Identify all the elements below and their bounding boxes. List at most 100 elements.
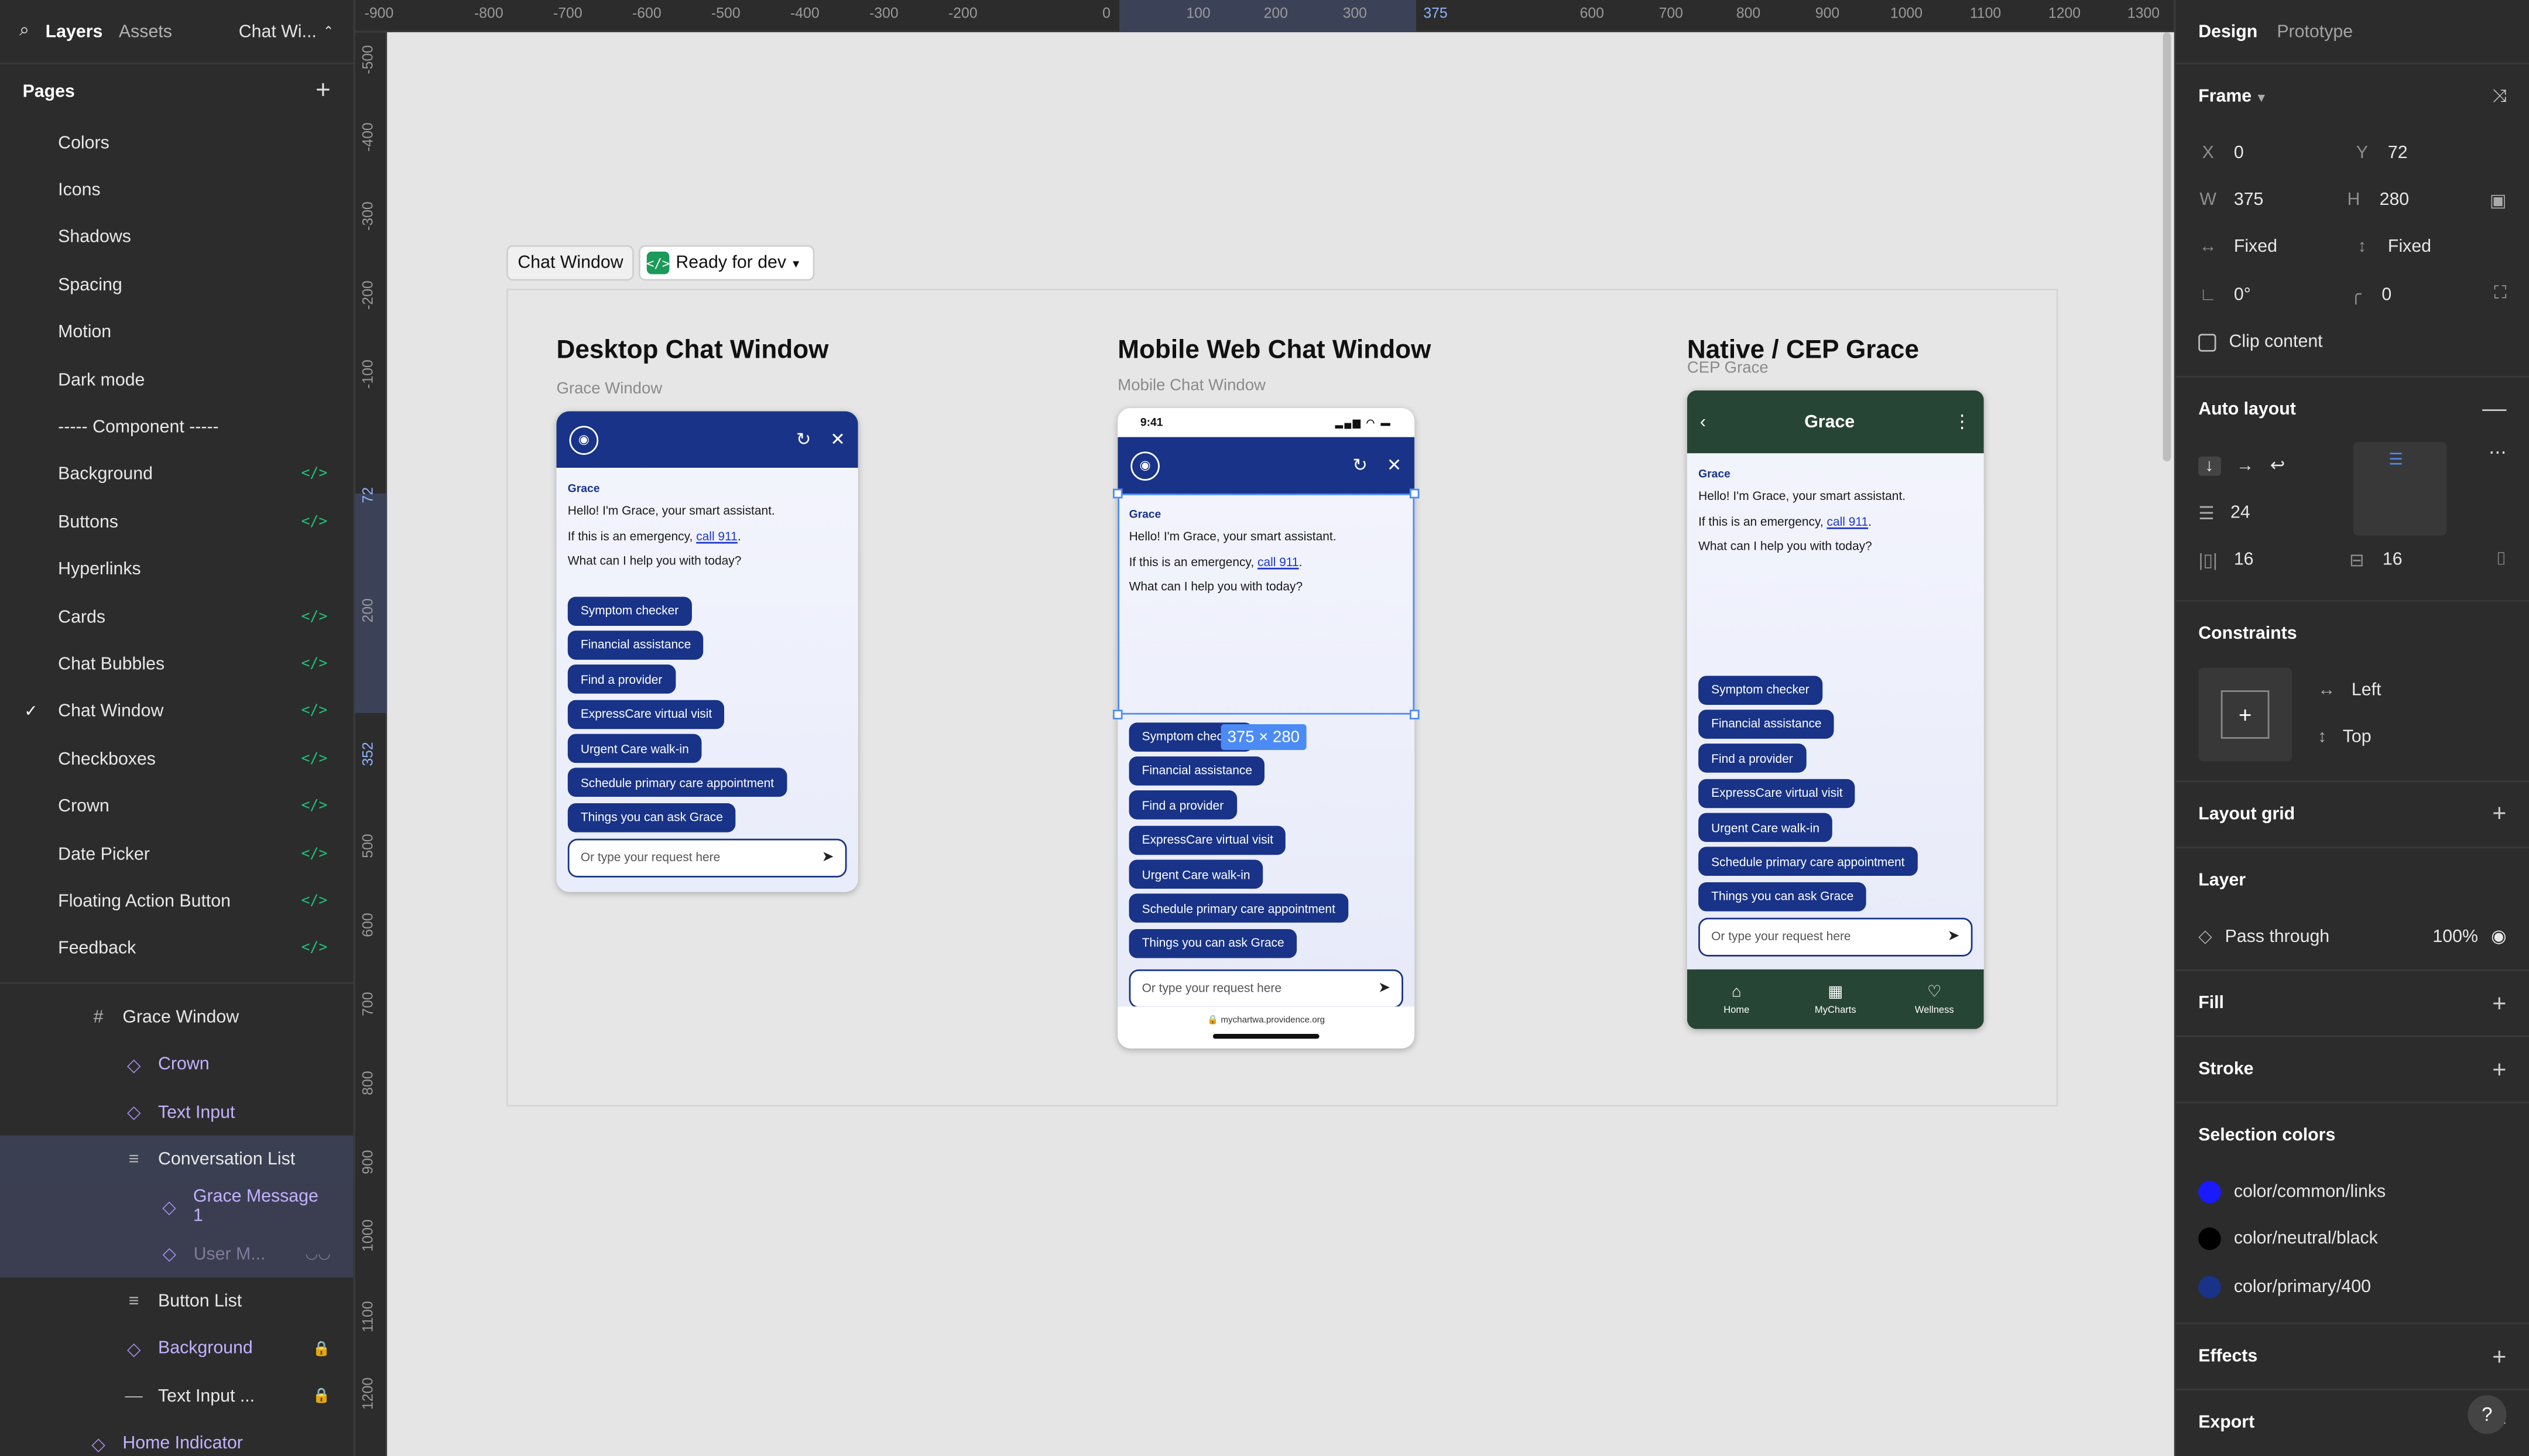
text-input[interactable]: Or type your request here ➤ <box>1698 917 1973 957</box>
native-chat-window[interactable]: ‹ Grace ⋮ Grace Hello! I'm Grace, your sm… <box>1687 390 1984 1029</box>
refresh-icon[interactable]: ↻ <box>796 429 811 450</box>
quick-reply-button[interactable]: Urgent Care walk-in <box>567 734 702 763</box>
quick-reply-button[interactable]: Things you can ask Grace <box>1698 882 1867 912</box>
page-item[interactable]: Icons <box>0 167 353 214</box>
horizontal-constraint-select[interactable]: Left <box>2352 680 2381 700</box>
desktop-chat-window[interactable]: ◉ ↻ ✕ Grace Hello! I'm Grace, your smart a… <box>556 411 858 892</box>
vertical-padding-input[interactable]: 16 <box>2383 551 2403 570</box>
lock-icon[interactable]: 🔒 <box>313 1388 331 1405</box>
tab-layers[interactable]: Layers <box>46 22 103 41</box>
resize-handle[interactable] <box>1409 710 1420 720</box>
close-icon[interactable]: ✕ <box>830 429 845 450</box>
page-item[interactable]: Date Picker </> <box>0 830 353 878</box>
tab-design[interactable]: Design <box>2198 22 2257 41</box>
more-options-icon[interactable]: ⋯ <box>2489 442 2506 537</box>
layer-row[interactable]: ◇ Background 🔒 <box>0 1325 353 1373</box>
page-item[interactable]: Background </> <box>0 451 353 499</box>
page-item[interactable]: Floating Action Button </> <box>0 878 353 925</box>
add-effect-icon[interactable]: + <box>2492 1344 2506 1371</box>
width-input[interactable]: 375 <box>2234 190 2264 210</box>
layer-row[interactable]: # Grace Window <box>0 993 353 1041</box>
add-layout-grid-icon[interactable]: + <box>2492 801 2506 828</box>
page-item[interactable]: Spacing <box>0 262 353 309</box>
canvas-scrollbar[interactable] <box>2163 32 2171 461</box>
quick-reply-button[interactable]: Schedule primary care appointment <box>1129 894 1348 924</box>
layer-row[interactable]: ◇ Crown <box>0 1041 353 1088</box>
add-fill-icon[interactable]: + <box>2492 990 2506 1018</box>
help-icon[interactable]: ? <box>2468 1395 2507 1434</box>
independent-padding-icon[interactable]: ⌷ <box>2496 550 2506 571</box>
color-swatch[interactable] <box>2198 1180 2221 1204</box>
more-icon[interactable]: ⋮ <box>1953 412 1971 432</box>
selection-color-row[interactable]: color/neutral/black <box>2198 1215 2506 1263</box>
quick-reply-button[interactable]: Find a provider <box>567 664 676 694</box>
quick-reply-button[interactable]: ExpressCare virtual visit <box>567 699 725 729</box>
page-item[interactable]: Hyperlinks <box>0 546 353 594</box>
search-icon[interactable]: ⌕ <box>19 21 29 42</box>
blend-mode-select[interactable]: Pass through <box>2225 927 2330 946</box>
y-input[interactable]: 72 <box>2388 143 2408 162</box>
page-item[interactable]: Dark mode <box>0 357 353 404</box>
hidden-eye-icon[interactable]: ◡◡ <box>305 1245 330 1263</box>
independent-corners-icon[interactable]: ⛶ <box>2494 285 2506 306</box>
quick-reply-button[interactable]: Financial assistance <box>1698 709 1835 739</box>
quick-reply-button[interactable]: Financial assistance <box>567 630 704 660</box>
quick-reply-button[interactable]: Things you can ask Grace <box>1129 929 1297 958</box>
resize-to-fit-icon[interactable]: ⤨ <box>2492 86 2506 107</box>
dev-status-badge[interactable]: </> Ready for dev ▾ <box>639 245 814 281</box>
resize-handle[interactable] <box>1113 710 1123 720</box>
direction-horizontal-icon[interactable]: → <box>2236 456 2254 475</box>
send-icon[interactable]: ➤ <box>1378 979 1390 997</box>
opacity-input[interactable]: 100% <box>2432 927 2478 946</box>
call-911-link[interactable]: call 911 <box>1827 513 1869 528</box>
selection-box[interactable] <box>1113 488 1420 720</box>
eye-icon[interactable]: ◉ <box>2491 926 2506 947</box>
resize-handle[interactable] <box>1113 488 1123 499</box>
tab-prototype[interactable]: Prototype <box>2277 22 2353 41</box>
page-item[interactable]: Crown </> <box>0 783 353 831</box>
horizontal-padding-input[interactable]: 16 <box>2234 551 2254 570</box>
canvas[interactable]: Chat Window </> Ready for dev ▾ Desktop … <box>387 32 2174 1456</box>
vertical-constraint-select[interactable]: Top <box>2343 728 2372 747</box>
page-item[interactable]: ✓ Chat Window </> <box>0 688 353 736</box>
refresh-icon[interactable]: ↻ <box>1352 455 1367 476</box>
nav-item-wellness[interactable]: ♡ Wellness <box>1885 969 1984 1029</box>
quick-reply-button[interactable]: Urgent Care walk-in <box>1698 813 1833 842</box>
send-icon[interactable]: ➤ <box>1948 928 1960 945</box>
quick-reply-button[interactable]: Schedule primary care appointment <box>567 768 787 798</box>
width-mode-select[interactable]: Fixed <box>2234 238 2277 257</box>
layer-row[interactable]: ◇ Home Indicator <box>0 1420 353 1456</box>
back-icon[interactable]: ‹ <box>1700 412 1706 431</box>
close-icon[interactable]: ✕ <box>1387 455 1401 476</box>
selection-color-row[interactable]: color/primary/400 <box>2198 1263 2506 1310</box>
resize-handle[interactable] <box>1409 488 1420 499</box>
page-item[interactable]: Checkboxes </> <box>0 736 353 783</box>
remove-auto-layout-icon[interactable]: — <box>2482 396 2506 423</box>
frame-label[interactable]: Frame <box>2198 87 2252 107</box>
quick-reply-button[interactable]: Symptom checker <box>1698 675 1822 704</box>
layer-row[interactable]: ≡ Conversation List <box>0 1136 354 1184</box>
layer-row[interactable]: ◇ Grace Message 1 <box>0 1183 354 1231</box>
page-item[interactable]: Chat Bubbles </> <box>0 641 353 688</box>
layer-row[interactable]: ◇ User M... ◡◡ <box>0 1231 354 1279</box>
section-label[interactable]: Chat Window <box>506 245 635 281</box>
quick-reply-button[interactable]: Find a provider <box>1698 744 1806 773</box>
selection-color-row[interactable]: color/common/links <box>2198 1169 2506 1216</box>
alignment-box[interactable]: ☰ <box>2353 441 2447 536</box>
quick-reply-button[interactable]: Find a provider <box>1129 790 1237 820</box>
page-item[interactable]: Feedback </> <box>0 925 353 972</box>
layer-row[interactable]: ◇ Text Input <box>0 1088 353 1136</box>
text-input[interactable]: Or type your request here ➤ <box>1129 969 1403 1008</box>
page-item[interactable]: Colors <box>0 119 353 167</box>
rotation-input[interactable]: 0° <box>2234 285 2251 304</box>
quick-reply-button[interactable]: ExpressCare virtual visit <box>1698 778 1856 808</box>
quick-reply-button[interactable]: Urgent Care walk-in <box>1129 859 1263 889</box>
color-swatch[interactable] <box>2198 1275 2221 1299</box>
quick-reply-button[interactable]: Financial assistance <box>1129 756 1266 786</box>
add-page-icon[interactable]: + <box>316 77 331 107</box>
page-item[interactable]: Shadows <box>0 214 353 262</box>
quick-reply-button[interactable]: Things you can ask Grace <box>567 803 736 833</box>
gap-input[interactable]: 24 <box>2230 503 2250 523</box>
clip-content-checkbox[interactable] <box>2198 333 2216 351</box>
height-mode-select[interactable]: Fixed <box>2388 238 2431 257</box>
